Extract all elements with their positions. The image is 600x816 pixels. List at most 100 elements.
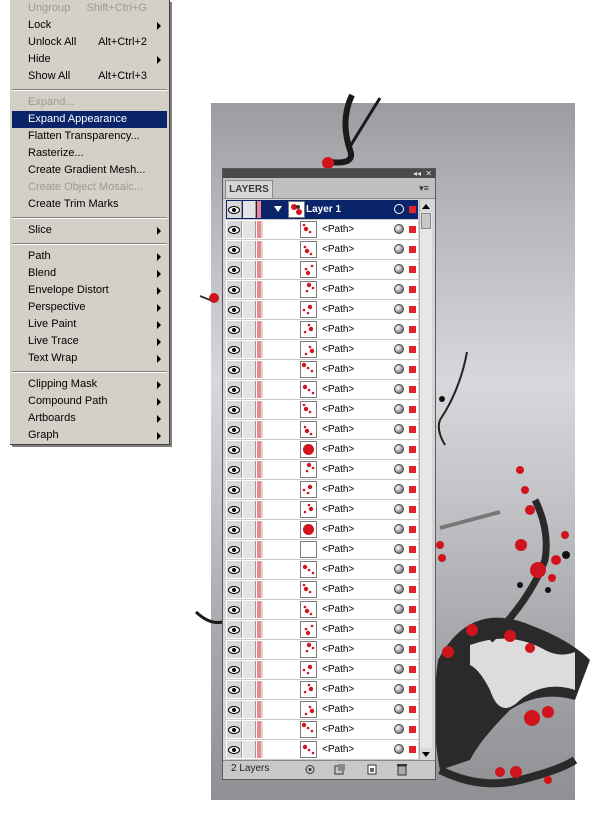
lock-toggle[interactable] [243,201,256,218]
menu-item-artboards[interactable]: Artboards [12,410,167,427]
path-name[interactable]: <Path> [322,620,354,639]
path-name[interactable]: <Path> [322,420,354,439]
lock-toggle[interactable] [243,461,256,478]
lock-toggle[interactable] [243,441,256,458]
path-row[interactable]: <Path> [226,680,418,700]
lock-toggle[interactable] [243,381,256,398]
target-circle-icon[interactable] [394,544,404,554]
target-circle-icon[interactable] [394,744,404,754]
selection-square[interactable] [409,366,416,373]
path-name[interactable]: <Path> [322,440,354,459]
layers-scrollbar[interactable] [419,200,432,760]
lock-toggle[interactable] [243,561,256,578]
selection-square[interactable] [409,286,416,293]
lock-toggle[interactable] [243,261,256,278]
menu-item-slice[interactable]: Slice [12,222,167,239]
path-row[interactable]: <Path> [226,240,418,260]
path-name[interactable]: <Path> [322,580,354,599]
target-circle-icon[interactable] [394,384,404,394]
selection-square[interactable] [409,606,416,613]
target-circle-icon[interactable] [394,204,404,214]
menu-item-ungroup[interactable]: Ungroup Shift+Ctrl+G [12,0,167,17]
menu-item-create-gradient-mesh[interactable]: Create Gradient Mesh... [12,162,167,179]
selection-square[interactable] [409,206,416,213]
lock-toggle[interactable] [243,221,256,238]
lock-toggle[interactable] [243,321,256,338]
selection-square[interactable] [409,706,416,713]
visibility-eye-icon[interactable] [227,661,242,678]
visibility-eye-icon[interactable] [227,401,242,418]
path-row[interactable]: <Path> [226,400,418,420]
target-circle-icon[interactable] [394,724,404,734]
visibility-eye-icon[interactable] [227,581,242,598]
lock-toggle[interactable] [243,641,256,658]
visibility-eye-icon[interactable] [227,321,242,338]
path-row[interactable]: <Path> [226,280,418,300]
menu-item-create-object-mosaic[interactable]: Create Object Mosaic... [12,179,167,196]
lock-toggle[interactable] [243,401,256,418]
menu-item-path[interactable]: Path [12,248,167,265]
scroll-up-icon[interactable] [420,200,432,212]
target-circle-icon[interactable] [394,644,404,654]
path-row[interactable]: <Path> [226,500,418,520]
path-name[interactable]: <Path> [322,520,354,539]
target-circle-icon[interactable] [394,504,404,514]
path-name[interactable]: <Path> [322,560,354,579]
menu-item-unlock-all[interactable]: Unlock All Alt+Ctrl+2 [12,34,167,51]
target-circle-icon[interactable] [394,524,404,534]
target-circle-icon[interactable] [394,464,404,474]
scroll-down-icon[interactable] [420,748,432,760]
selection-square[interactable] [409,266,416,273]
tab-layers[interactable]: LAYERS [225,180,273,198]
menu-item-live-trace[interactable]: Live Trace [12,333,167,350]
menu-item-expand[interactable]: Expand... [12,94,167,111]
path-row[interactable]: <Path> [226,660,418,680]
visibility-eye-icon[interactable] [227,521,242,538]
path-row[interactable]: <Path> [226,440,418,460]
path-row[interactable]: <Path> [226,300,418,320]
layer-row[interactable]: Layer 1 [226,200,418,220]
menu-item-compound-path[interactable]: Compound Path [12,393,167,410]
selection-square[interactable] [409,566,416,573]
lock-toggle[interactable] [243,361,256,378]
path-row[interactable]: <Path> [226,700,418,720]
target-circle-icon[interactable] [394,624,404,634]
visibility-eye-icon[interactable] [227,221,242,238]
lock-toggle[interactable] [243,341,256,358]
selection-square[interactable] [409,326,416,333]
path-name[interactable]: <Path> [322,740,354,759]
path-row[interactable]: <Path> [226,320,418,340]
target-circle-icon[interactable] [394,244,404,254]
visibility-eye-icon[interactable] [227,721,242,738]
menu-item-create-trim-marks[interactable]: Create Trim Marks [12,196,167,213]
path-row[interactable]: <Path> [226,620,418,640]
expand-triangle-icon[interactable] [274,206,282,212]
path-row[interactable]: <Path> [226,640,418,660]
path-row[interactable]: <Path> [226,540,418,560]
path-row[interactable]: <Path> [226,340,418,360]
visibility-eye-icon[interactable] [227,281,242,298]
target-circle-icon[interactable] [394,264,404,274]
path-name[interactable]: <Path> [322,720,354,739]
lock-toggle[interactable] [243,621,256,638]
visibility-eye-icon[interactable] [227,561,242,578]
visibility-eye-icon[interactable] [227,701,242,718]
visibility-eye-icon[interactable] [227,601,242,618]
path-row[interactable]: <Path> [226,360,418,380]
menu-item-text-wrap[interactable]: Text Wrap [12,350,167,367]
menu-item-live-paint[interactable]: Live Paint [12,316,167,333]
menu-item-flatten-transparency[interactable]: Flatten Transparency... [12,128,167,145]
path-name[interactable]: <Path> [322,540,354,559]
path-name[interactable]: <Path> [322,660,354,679]
path-row[interactable]: <Path> [226,480,418,500]
path-name[interactable]: <Path> [322,260,354,279]
path-row[interactable]: <Path> [226,520,418,540]
visibility-eye-icon[interactable] [227,441,242,458]
path-name[interactable]: <Path> [322,600,354,619]
menu-item-expand-appearance[interactable]: Expand Appearance [12,111,167,128]
lock-toggle[interactable] [243,481,256,498]
selection-square[interactable] [409,586,416,593]
path-name[interactable]: <Path> [322,680,354,699]
layer-name[interactable]: Layer 1 [306,200,341,219]
visibility-eye-icon[interactable] [227,381,242,398]
